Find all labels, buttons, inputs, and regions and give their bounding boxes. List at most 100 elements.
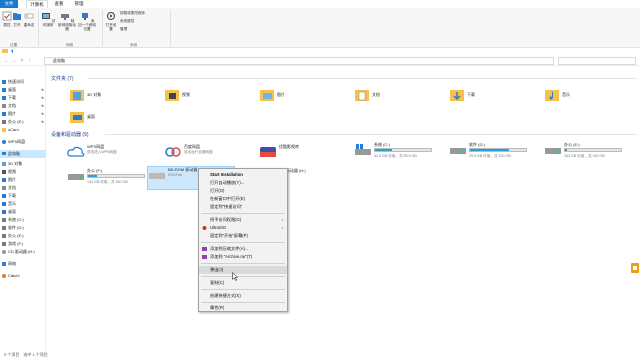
manage-button[interactable]: 管理: [120, 27, 166, 31]
menu-divider: [201, 263, 285, 264]
drive-usage-fill: [470, 149, 510, 151]
quick-folder-icon[interactable]: [2, 48, 8, 54]
sidebar-item-documents-pc[interactable]: 文档: [0, 184, 46, 192]
computer-icon: [2, 152, 6, 155]
youku-icon: [260, 147, 276, 157]
folder-pictures[interactable]: 图片: [259, 86, 349, 106]
folder-desktop[interactable]: 桌面: [69, 108, 159, 128]
menu-item-ultraiso[interactable]: UltraISO ›: [199, 224, 287, 232]
tab-view[interactable]: 查看: [52, 0, 66, 8]
winrar-icon: [202, 247, 207, 251]
sidebar-item-downloads-pc[interactable]: 下载: [0, 192, 46, 200]
sidebar-item-cd-h[interactable]: CD 驱动器 (H:): [0, 248, 46, 256]
sidebar-item-label: 办公 (E:): [8, 233, 24, 238]
drives-section-title[interactable]: 设备和驱动器 (9): [51, 131, 89, 138]
sidebar-item-documents[interactable]: 文档 ✱: [0, 102, 46, 110]
picture-folder-icon: [260, 90, 274, 101]
back-button[interactable]: ←: [2, 57, 10, 65]
folder-documents[interactable]: 文档: [354, 86, 444, 106]
open-button[interactable]: 打开: [12, 11, 22, 27]
sidebar-item-label: 网络: [8, 261, 16, 266]
sidebar-item-music[interactable]: 音乐: [0, 200, 46, 208]
ribbon-divider: [38, 10, 39, 46]
sidebar-item-label: CD 驱动器 (H:): [8, 249, 35, 254]
uninstall-button[interactable]: 卸载或更改程序: [120, 11, 166, 15]
menu-item-label: 添加到压缩文件(A)...: [210, 246, 249, 251]
sidebar-item-pictures-pc[interactable]: 图片: [0, 176, 46, 184]
catch-icon: [2, 274, 6, 278]
sidebar-item-pictures[interactable]: 图片 ✱: [0, 110, 46, 118]
menu-item-properties[interactable]: 属性(R): [199, 304, 287, 312]
folder-label: 图片: [277, 92, 285, 97]
sidebar-item-wps-cloud[interactable]: WPS网盘: [0, 138, 46, 146]
map-drive-button[interactable]: 映射网络驱动器: [58, 11, 76, 31]
sidebar-item-videos[interactable]: 视频: [0, 168, 46, 176]
menu-item-start-installation[interactable]: Start Installation: [199, 171, 287, 179]
recent-button[interactable]: ˅: [18, 57, 26, 65]
forward-button[interactable]: →: [10, 57, 18, 65]
undo-icon[interactable]: [10, 48, 16, 54]
sidebar-item-quick-access[interactable]: 快速访问: [0, 78, 46, 86]
submenu-arrow-icon: ›: [281, 225, 283, 230]
folder-music[interactable]: 音乐: [544, 86, 634, 106]
menu-item-eject[interactable]: 弹出(J): [199, 266, 287, 274]
folder-downloads[interactable]: 下载: [449, 86, 539, 106]
desktop-icon: [2, 210, 6, 214]
sidebar-item-desktop-pc[interactable]: 桌面: [0, 208, 46, 216]
address-input[interactable]: 此电脑: [44, 57, 554, 65]
properties-button[interactable]: 属性: [2, 11, 12, 27]
sidebar-item-office-e[interactable]: 办公 (E:) ✱: [0, 118, 46, 126]
drive-software-d[interactable]: 软件 (D:) 29.9 GB 可用，共 100 GB: [449, 142, 544, 166]
sidebar-item-this-pc[interactable]: 此电脑: [0, 150, 46, 158]
sidebar-item-ocam[interactable]: oCam: [0, 126, 46, 134]
section-divider: [105, 134, 637, 135]
drive-youku[interactable]: 优酷影视库: [259, 144, 354, 168]
sidebar-item-3d-objects[interactable]: 3D 对象: [0, 160, 46, 168]
submenu-arrow-icon: ›: [281, 217, 283, 222]
sidebar-item-downloads[interactable]: 下载 ✱: [0, 94, 46, 102]
drive-wps-cloud[interactable]: WPS网盘 双击进入WPS网盘: [67, 144, 162, 168]
floating-app-icon[interactable]: [630, 262, 640, 274]
tab-file[interactable]: 文件: [0, 0, 18, 8]
menu-item-pin-quick-access[interactable]: 固定到"快速访问": [199, 203, 287, 211]
menu-item-create-shortcut[interactable]: 创建快捷方式(S): [199, 292, 287, 300]
add-network-location-button[interactable]: 添加一个网络位置: [78, 11, 96, 31]
menu-item-add-archive-rar[interactable]: 添加到 "Archive.rar"(T): [199, 253, 287, 261]
drive-icon: [2, 242, 6, 246]
sidebar-item-catch[interactable]: Catch!: [0, 272, 46, 280]
tab-manage[interactable]: 管理: [70, 0, 88, 8]
sidebar-item-system-c[interactable]: 系统 (C:): [0, 216, 46, 224]
menu-item-open[interactable]: 打开(O): [199, 187, 287, 195]
access-media-button[interactable]: 访问媒体: [40, 11, 56, 27]
tab-computer[interactable]: 计算机: [26, 0, 48, 8]
menu-item-pin-start[interactable]: 固定到"开始"屏幕(P): [199, 232, 287, 240]
system-properties-button[interactable]: 系统属性: [120, 19, 166, 23]
sidebar-item-label: 图片: [8, 111, 16, 116]
drive-system-c[interactable]: 系统 (C:) 41.4 GB 可用，共 59.9 GB: [354, 142, 449, 166]
sidebar-item-desktop[interactable]: 桌面 ✱: [0, 86, 46, 94]
menu-item-open-new-window[interactable]: 在新窗口中打开(E): [199, 195, 287, 203]
sidebar-item-game-f[interactable]: 游戏 (F:): [0, 240, 46, 248]
menu-item-grant-access[interactable]: 授予访问权限(G) ›: [199, 216, 287, 224]
menu-item-copy[interactable]: 复制(C): [199, 279, 287, 287]
search-input[interactable]: [558, 57, 636, 65]
folder-videos[interactable]: 视频: [164, 86, 254, 106]
picture-icon: [2, 178, 6, 182]
star-icon: [2, 80, 6, 84]
drive-baidu-cloud[interactable]: 百度网盘 双击运行百度网盘: [164, 144, 259, 168]
sidebar-item-office-e-pc[interactable]: 办公 (E:): [0, 232, 46, 240]
drive-usage-fill: [565, 149, 568, 151]
drive-office-e[interactable]: 办公 (E:) 153 GB 可用，共 160 GB: [544, 142, 639, 166]
windows-drive-icon: [355, 144, 371, 155]
up-button[interactable]: ↑: [26, 57, 34, 65]
disc-icon: [2, 250, 6, 254]
sidebar-item-network[interactable]: 网络: [0, 260, 46, 268]
folders-section-title[interactable]: 文件夹 (7): [51, 75, 74, 82]
folder-3d-objects[interactable]: 3D 对象: [69, 86, 159, 106]
rename-button[interactable]: 重命名: [22, 11, 36, 27]
drive-icon: [2, 234, 6, 238]
menu-item-autoplay[interactable]: 打开自动播放(Y)...: [199, 179, 287, 187]
menu-item-add-archive[interactable]: 添加到压缩文件(A)...: [199, 245, 287, 253]
open-settings-button[interactable]: 打开设置: [104, 11, 118, 31]
sidebar-item-software-d[interactable]: 软件 (D:): [0, 224, 46, 232]
